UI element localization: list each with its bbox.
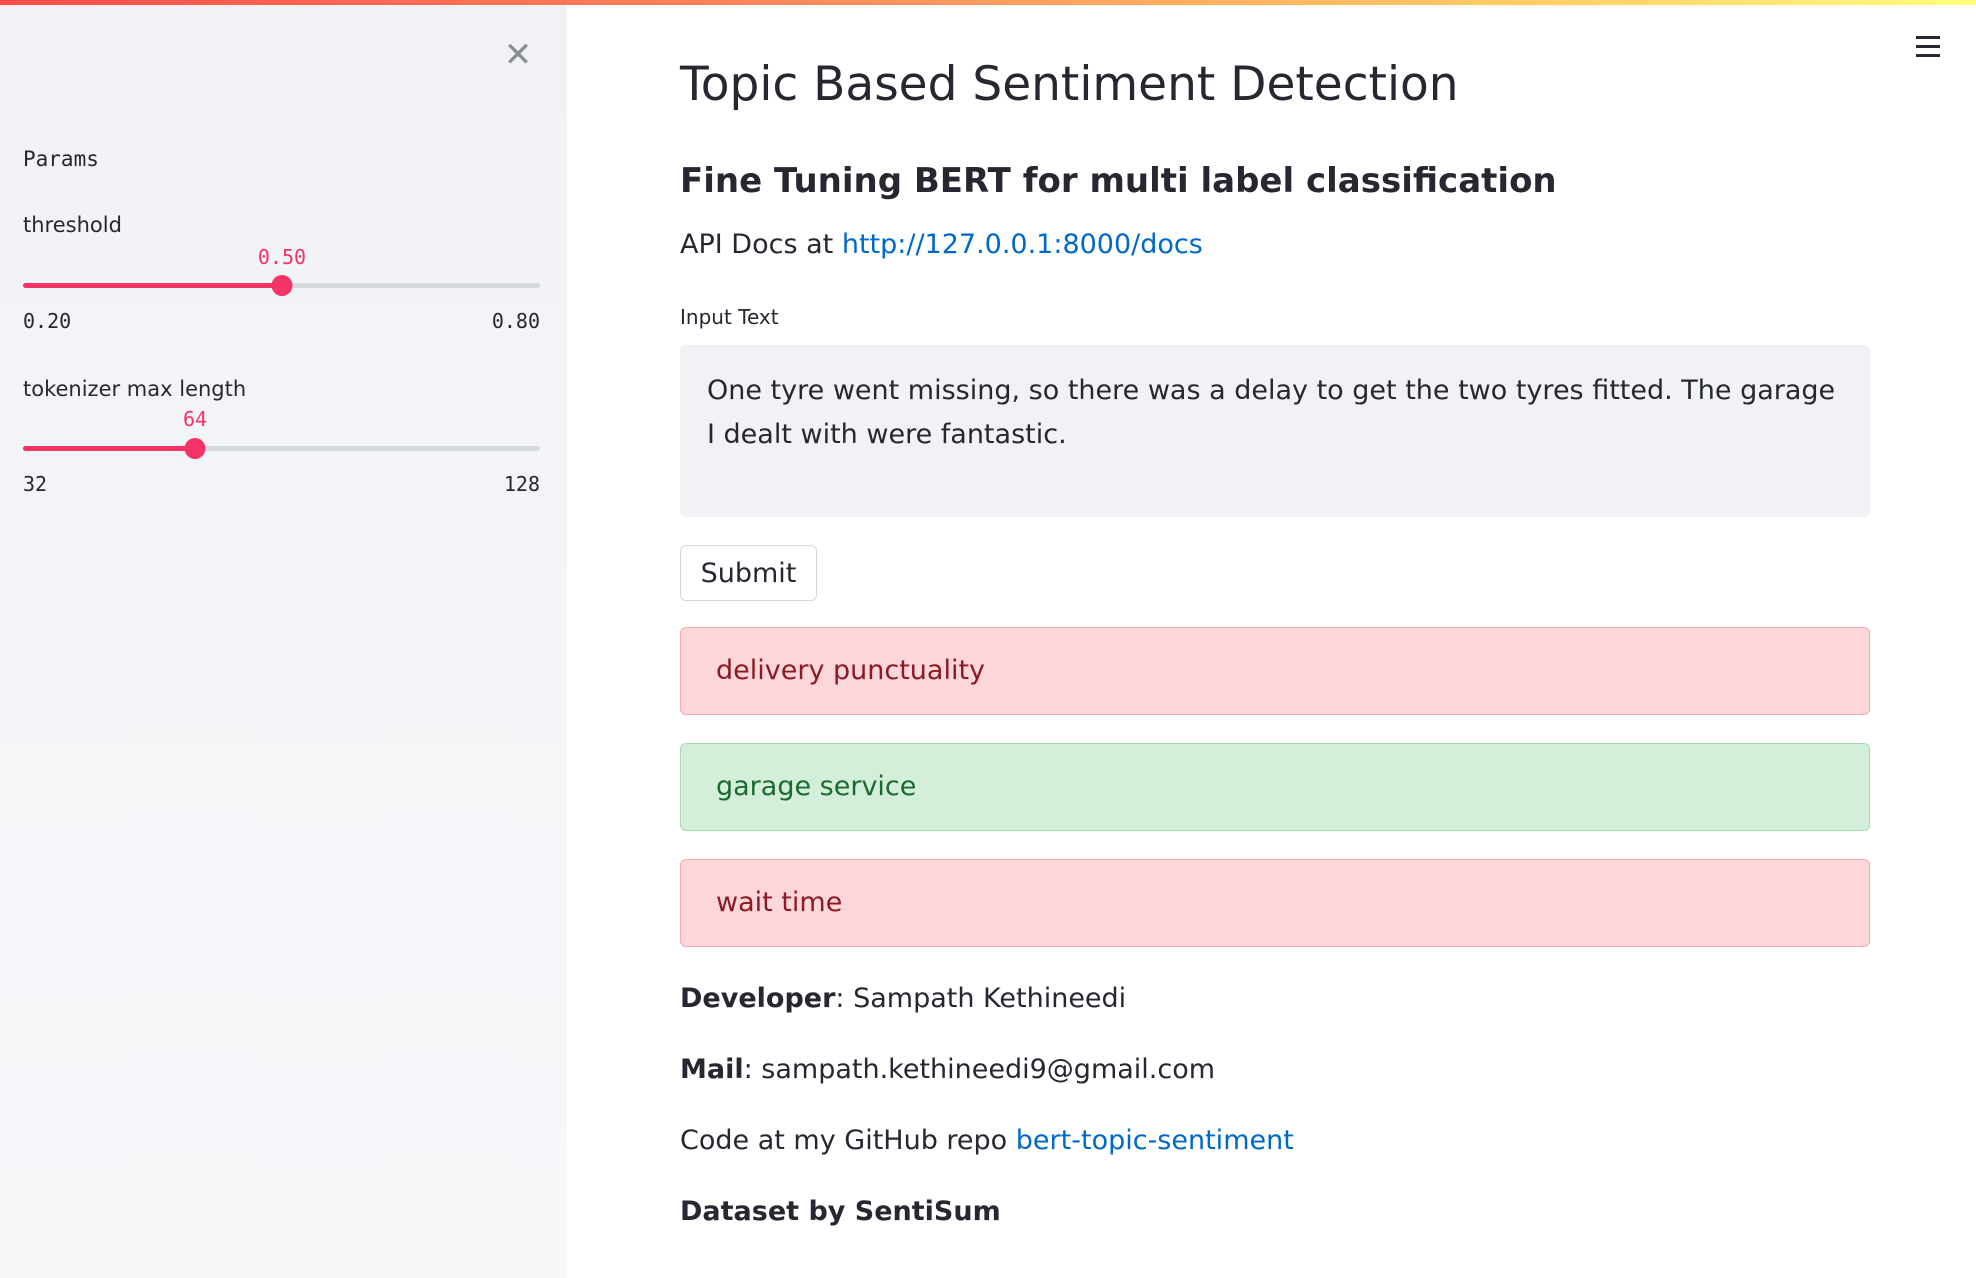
tokenizer-max-length-min: 32 [23,472,48,496]
mail-line: Mail: sampath.kethineedi9@gmail.com [680,1054,1215,1085]
api-docs-line: API Docs at http://127.0.0.1:8000/docs [680,229,1203,260]
threshold-value: 0.50 [257,245,307,269]
code-line: Code at my GitHub repo bert-topic-sentim… [680,1125,1294,1156]
threshold-min: 0.20 [23,309,72,333]
threshold-label: threshold [23,213,122,237]
api-docs-link[interactable]: http://127.0.0.1:8000/docs [842,229,1203,260]
developer-label: Developer [680,983,836,1014]
input-text-area[interactable]: One tyre went missing, so there was a de… [680,345,1870,517]
threshold-slider-fill [23,283,282,288]
threshold-slider[interactable] [23,275,540,296]
submit-button[interactable]: Submit [680,545,817,601]
hamburger-menu-icon[interactable] [1914,36,1942,64]
page-subtitle: Fine Tuning BERT for multi label classif… [680,161,1557,201]
threshold-slider-thumb[interactable] [271,275,293,296]
sidebar: ✕ Params threshold 0.50 0.20 0.80 tokeni… [0,5,567,1278]
result-delivery-punctuality: delivery punctuality [680,627,1870,715]
params-title: Params [23,147,99,171]
code-prefix: Code at my GitHub repo [680,1125,1016,1156]
tokenizer-max-length-slider-thumb[interactable] [184,438,206,459]
api-docs-prefix: API Docs at [680,229,842,260]
page-title: Topic Based Sentiment Detection [680,57,1459,112]
dataset-text: Dataset by SentiSum [680,1196,1001,1227]
tokenizer-max-length-label: tokenizer max length [23,377,247,401]
tokenizer-max-length-max: 128 [503,472,540,496]
result-wait-time: wait time [680,859,1870,947]
mail-label: Mail [680,1054,744,1085]
input-text-label: Input Text [680,305,779,329]
threshold-max: 0.80 [491,309,540,333]
developer-line: Developer: Sampath Kethineedi [680,983,1126,1014]
tokenizer-max-length-slider-fill [23,446,195,451]
developer-value: : Sampath Kethineedi [835,983,1127,1014]
tokenizer-max-length-value: 64 [182,407,208,431]
close-icon[interactable]: ✕ [500,37,536,73]
mail-value: : sampath.kethineedi9@gmail.com [743,1054,1216,1085]
result-garage-service: garage service [680,743,1870,831]
github-repo-link[interactable]: bert-topic-sentiment [1016,1125,1294,1156]
dataset-credit: Dataset by SentiSum [680,1196,1001,1227]
tokenizer-max-length-slider[interactable] [23,438,540,459]
